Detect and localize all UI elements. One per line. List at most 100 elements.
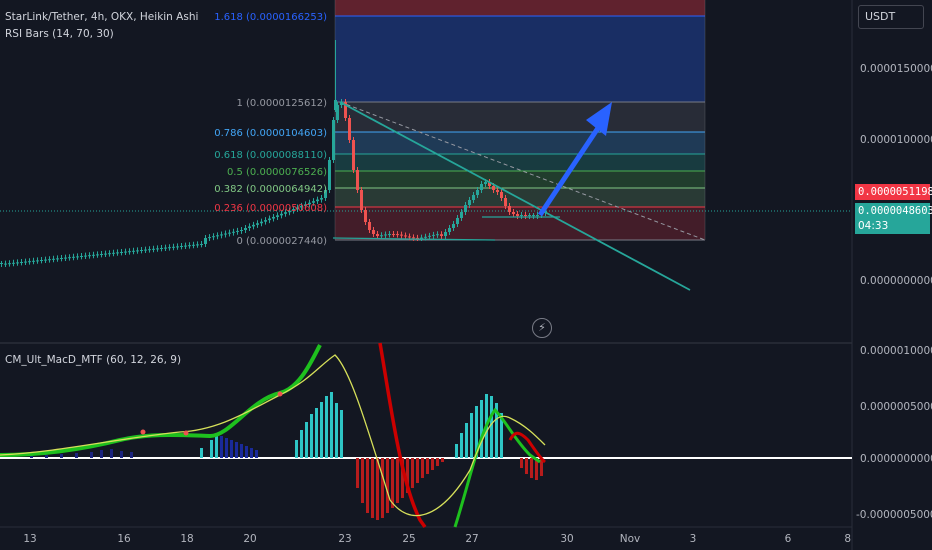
candle: [516, 214, 519, 216]
candle: [240, 230, 243, 231]
last-price-tag: 0.0000051198: [855, 184, 932, 200]
candle: [148, 249, 151, 251]
candle: [468, 200, 471, 205]
macd-histogram-bar: [30, 456, 33, 458]
macd-signal-line: [0, 354, 546, 517]
candle: [224, 233, 227, 235]
candle: [92, 254, 95, 256]
candle: [116, 252, 119, 254]
macd-histogram-bar: [255, 450, 258, 458]
time-label: 3: [690, 533, 697, 545]
candle: [64, 257, 67, 259]
candle: [196, 244, 199, 246]
candle: [320, 198, 323, 200]
macd-legend[interactable]: CM_Ult_MacD_MTF (60, 12, 26, 9): [5, 354, 181, 366]
candle: [12, 262, 15, 264]
candle: [168, 247, 171, 249]
time-label: 30: [560, 533, 573, 545]
candle: [328, 160, 331, 190]
candle: [4, 263, 7, 265]
candle: [500, 192, 503, 198]
macd-histogram-bar: [90, 452, 93, 458]
time-label: 13: [23, 533, 36, 545]
candle: [316, 199, 319, 202]
candle: [140, 250, 143, 251]
candle: [440, 234, 443, 236]
candle: [456, 218, 459, 224]
macd-histogram-bar: [356, 458, 359, 488]
price-scale[interactable]: 0.0000150000 0.0000100000 0.0000000000 0…: [856, 63, 932, 521]
candle: [536, 215, 539, 216]
candle: [48, 259, 51, 261]
candle: [272, 216, 275, 219]
macd-histogram: [30, 392, 543, 520]
candle: [212, 236, 215, 238]
candle: [172, 246, 175, 248]
candle: [532, 215, 535, 216]
macd-histogram-bar: [455, 444, 458, 458]
macd-histogram-bar: [325, 396, 328, 458]
chart-canvas[interactable]: 1.618 (0.0000166253) 1 (0.0000125612) 0.…: [0, 0, 932, 550]
candle: [104, 253, 107, 255]
macd-histogram-bar: [200, 448, 203, 458]
candle: [88, 255, 91, 257]
macd-histogram-bar: [120, 451, 123, 458]
macd-histogram-bar: [396, 458, 399, 503]
candle: [44, 259, 47, 261]
macd-histogram-bar: [100, 450, 103, 458]
time-axis[interactable]: 13 16 18 20 23 25 27 30 Nov 3 6 8: [23, 533, 851, 545]
candle: [444, 232, 447, 236]
candle: [16, 262, 19, 264]
candle: [264, 220, 267, 222]
fib-retracement[interactable]: [334, 0, 706, 241]
candle: [112, 252, 115, 254]
time-label: Nov: [620, 533, 641, 545]
macd-histogram-bar: [300, 430, 303, 458]
candle: [200, 244, 203, 245]
fib-zone-236: [335, 207, 705, 240]
lightning-icon[interactable]: ⚡: [532, 318, 552, 338]
candle: [448, 228, 451, 232]
candle: [484, 182, 487, 184]
rsi-bars-legend[interactable]: RSI Bars (14, 70, 30): [5, 28, 114, 40]
macd-histogram-bar: [240, 444, 243, 458]
fib-zone-786: [335, 132, 705, 154]
fib-zone-top: [335, 0, 705, 16]
fib-label-236: 0.236 (0.0000050608): [214, 203, 327, 214]
candle: [276, 215, 279, 217]
time-label: 16: [117, 533, 131, 545]
macd-scale-label: 0.0000010000: [860, 345, 932, 357]
fib-label-618: 0.618 (0.0000088110): [214, 150, 327, 161]
macd-histogram-bar: [411, 458, 414, 488]
candle: [334, 100, 337, 110]
candle: [0, 263, 3, 264]
macd-histogram-bar: [220, 436, 223, 458]
currency-button[interactable]: USDT: [858, 5, 924, 29]
candle: [152, 248, 155, 250]
fib-zone-5: [335, 171, 705, 188]
fib-label-1618: 1.618 (0.0000166253): [214, 12, 327, 23]
macd-pane[interactable]: [0, 342, 852, 529]
candle: [376, 234, 379, 236]
candle: [460, 212, 463, 218]
candle: [204, 238, 207, 244]
candle: [368, 222, 371, 230]
fib-label-5: 0.5 (0.0000076526): [227, 167, 327, 178]
time-label: 20: [243, 533, 256, 545]
fib-labels: 1.618 (0.0000166253) 1 (0.0000125612) 0.…: [214, 12, 327, 247]
macd-histogram-bar: [386, 458, 389, 513]
symbol-title[interactable]: StarLink/Tether, 4h, OKX, Heikin Ashi: [5, 11, 198, 23]
macd-histogram-bar: [330, 392, 333, 458]
macd-histogram-bar: [465, 423, 468, 458]
candle: [412, 237, 415, 239]
candle: [268, 218, 271, 221]
candle: [352, 140, 355, 170]
candle: [132, 250, 135, 252]
macd-histogram-bar: [130, 452, 133, 458]
macd-histogram-bar: [376, 458, 379, 520]
macd-histogram-bar: [245, 446, 248, 458]
macd-histogram-bar: [215, 434, 218, 458]
macd-histogram-bar: [436, 458, 439, 466]
macd-histogram-bar: [520, 458, 523, 468]
macd-histogram-bar: [366, 458, 369, 513]
